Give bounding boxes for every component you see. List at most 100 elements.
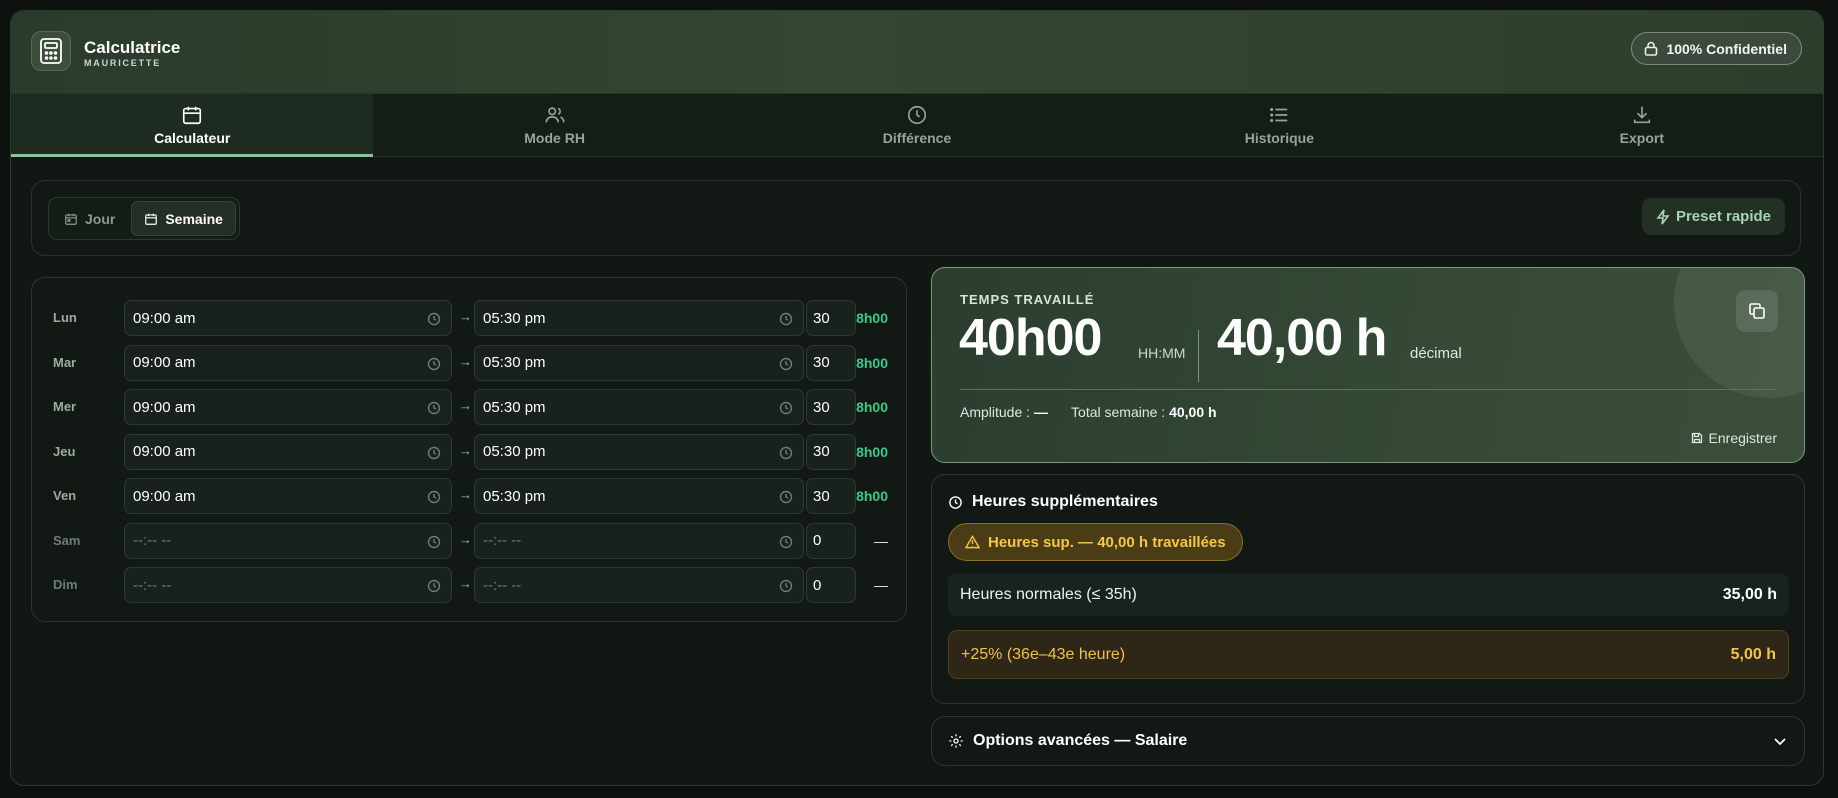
tab-calculateur[interactable]: Calculateur: [11, 94, 374, 157]
tab-label: Calculateur: [154, 130, 231, 146]
day-row: Mer 09:00 am → 05:30 pm 30 8h00: [32, 389, 906, 425]
day-label: Ven: [53, 488, 77, 503]
start-time-input[interactable]: 09:00 am: [124, 300, 452, 336]
tab-export[interactable]: Export: [1461, 94, 1823, 156]
save-label: Enregistrer: [1708, 430, 1777, 446]
start-time-value: 09:00 am: [133, 309, 196, 327]
tab-label: Historique: [1244, 130, 1315, 146]
save-button[interactable]: Enregistrer: [1691, 430, 1777, 446]
clock-icon[interactable]: [427, 401, 441, 415]
start-time-input[interactable]: --:-- --: [124, 522, 452, 559]
end-time-input[interactable]: --:-- --: [474, 567, 804, 603]
mode-week-button[interactable]: Semaine: [131, 201, 236, 236]
end-time-value: 05:30 pm: [483, 398, 546, 416]
day-label: Jeu: [53, 443, 76, 459]
confidential-badge[interactable]: 100% Confidentiel: [1631, 32, 1802, 65]
day-label: Lun: [53, 310, 77, 325]
day-total: —: [874, 532, 888, 549]
total-week-value: 40,00 h: [1169, 404, 1217, 420]
result-label: TEMPS TRAVAILLÉ: [960, 292, 1095, 307]
warning-icon: [965, 535, 980, 549]
end-time-input[interactable]: 05:30 pm: [474, 478, 804, 514]
day-total: 8h00: [856, 399, 888, 415]
start-time-input[interactable]: 09:00 am: [124, 433, 452, 470]
overtime-25-label: +25% (36e–43e heure): [961, 645, 1126, 663]
break-minutes-input[interactable]: 0: [806, 522, 856, 559]
week-panel: Lun 09:00 am → 05:30 pm 30 8h00 Mar 09:00 am → 05…: [31, 277, 907, 622]
result-card: TEMPS TRAVAILLÉ 40h00 HH:MM 40,00 h déci…: [931, 267, 1805, 463]
day-row: Ven 09:00 am → 05:30 pm 30 8h00: [32, 478, 906, 514]
clock-icon[interactable]: [427, 490, 441, 504]
day-label: Dim: [53, 577, 78, 592]
end-time-input[interactable]: 05:30 pm: [474, 389, 804, 425]
calculator-logo-icon: [31, 31, 71, 71]
clock-icon[interactable]: [427, 312, 441, 326]
day-total: —: [874, 577, 888, 593]
clock-icon[interactable]: [779, 357, 793, 371]
overtime-25-row: +25% (36e–43e heure) 5,00 h: [948, 630, 1789, 679]
list-icon: [1270, 107, 1288, 123]
tab-difference[interactable]: Différence: [736, 94, 1098, 156]
start-time-value: 09:00 am: [133, 487, 196, 505]
end-time-input[interactable]: 05:30 pm: [474, 344, 804, 381]
calendar-week-icon: [145, 213, 158, 225]
day-label: Mar: [53, 354, 77, 370]
clock-icon[interactable]: [427, 357, 441, 371]
brand-subtitle: MAURICETTE: [84, 58, 161, 68]
mode-day-button[interactable]: Jour: [52, 201, 127, 236]
start-time-input[interactable]: 09:00 am: [124, 389, 452, 425]
arrow-icon: →: [459, 442, 472, 458]
copy-button[interactable]: [1736, 290, 1778, 332]
amplitude-value: —: [1033, 404, 1048, 420]
start-time-value: --:-- --: [133, 532, 172, 549]
break-minutes-input[interactable]: 30: [806, 344, 856, 381]
end-time-value: 05:30 pm: [483, 487, 546, 505]
break-minutes-input[interactable]: 30: [806, 300, 856, 336]
decorative-glow: [1674, 268, 1804, 398]
clock-icon[interactable]: [427, 579, 441, 593]
clock-icon[interactable]: [779, 579, 793, 593]
break-minutes-input[interactable]: 0: [806, 567, 856, 603]
clock-icon[interactable]: [779, 401, 793, 415]
end-time-value: 05:30 pm: [483, 309, 546, 327]
mode-week-label: Semaine: [165, 210, 223, 227]
end-time-input[interactable]: 05:30 pm: [474, 433, 804, 470]
clock-icon[interactable]: [427, 446, 441, 460]
tab-historique[interactable]: Historique: [1098, 94, 1460, 156]
app-window: Calculatrice MAURICETTE 100% Confidentie…: [10, 10, 1824, 786]
mode-toggle: Jour Semaine: [48, 197, 240, 240]
clock-icon[interactable]: [779, 312, 793, 326]
mode-bar: Jour Semaine Preset rapide: [31, 180, 1801, 256]
result-decimal: 40,00 h: [1217, 309, 1387, 367]
break-minutes-input[interactable]: 30: [806, 478, 856, 514]
clock-icon[interactable]: [779, 535, 793, 549]
day-row: Sam --:-- -- → --:-- -- 0 —: [32, 522, 906, 559]
result-decimal-unit: décimal: [1410, 345, 1462, 362]
day-row: Jeu 09:00 am → 05:30 pm 30 8h00: [32, 433, 906, 470]
start-time-input[interactable]: 09:00 am: [124, 344, 452, 381]
amplitude-label: Amplitude :: [960, 404, 1031, 420]
clock-icon[interactable]: [779, 446, 793, 460]
clock-icon[interactable]: [779, 490, 793, 504]
result-separator: [960, 389, 1776, 390]
save-icon: [1691, 432, 1702, 444]
tab-label: Différence: [882, 130, 952, 146]
clock-icon[interactable]: [427, 535, 441, 549]
break-minutes-input[interactable]: 30: [806, 389, 856, 425]
app-header: Calculatrice MAURICETTE 100% Confidentie…: [11, 11, 1823, 94]
arrow-icon: →: [459, 353, 472, 369]
break-minutes-value: 30: [813, 354, 830, 371]
tab-mode-rh[interactable]: Mode RH: [373, 94, 735, 156]
advanced-options-toggle[interactable]: Options avancées — Salaire: [931, 716, 1805, 766]
break-minutes-value: 30: [813, 309, 830, 327]
break-minutes-input[interactable]: 30: [806, 433, 856, 470]
start-time-input[interactable]: --:-- --: [124, 567, 452, 603]
day-row: Dim --:-- -- → --:-- -- 0 —: [32, 567, 906, 603]
end-time-input[interactable]: --:-- --: [474, 522, 804, 559]
arrow-icon: →: [459, 309, 472, 324]
lock-icon: [1645, 41, 1658, 56]
end-time-input[interactable]: 05:30 pm: [474, 300, 804, 336]
clock-icon: [907, 105, 927, 125]
preset-button[interactable]: Preset rapide: [1641, 198, 1785, 235]
start-time-input[interactable]: 09:00 am: [124, 478, 452, 514]
